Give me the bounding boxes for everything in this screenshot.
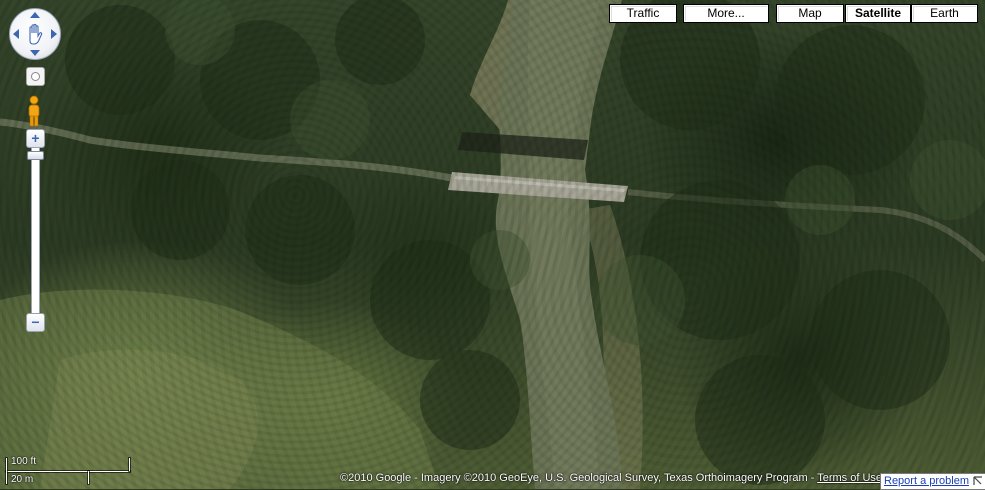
scale-tick-imperial <box>129 458 130 471</box>
map-button[interactable]: Map <box>776 4 844 23</box>
terms-of-use-link[interactable]: Terms of Use <box>817 472 882 484</box>
pegman-icon[interactable] <box>24 95 44 129</box>
pan-right-icon[interactable] <box>51 29 57 39</box>
scale-bar: 100 ft 20 m <box>6 455 132 485</box>
scale-imperial-label: 100 ft <box>11 456 37 467</box>
rotate-reset-button[interactable] <box>26 67 45 86</box>
traffic-button[interactable]: Traffic <box>609 4 677 23</box>
scale-line <box>6 471 130 472</box>
report-problem-box: Report a problem <box>880 473 985 490</box>
expand-corner-icon[interactable] <box>973 476 983 486</box>
copyright-text: ©2010 Google - Imagery ©2010 GeoEye, U.S… <box>340 472 818 484</box>
hand-icon <box>29 23 43 45</box>
pan-left-icon[interactable] <box>13 29 19 39</box>
zoom-in-button[interactable]: + <box>26 129 45 148</box>
imagery-texture <box>0 0 985 489</box>
attribution: ©2010 Google - Imagery ©2010 GeoEye, U.S… <box>340 472 882 484</box>
scale-tick-left <box>6 458 7 484</box>
pan-control[interactable] <box>9 8 61 60</box>
scale-tick-metric <box>88 471 89 484</box>
scale-metric-label: 20 m <box>11 474 34 485</box>
pan-up-icon[interactable] <box>30 12 40 18</box>
more-button[interactable]: More... <box>683 4 769 23</box>
pan-down-icon[interactable] <box>30 50 40 56</box>
satellite-button[interactable]: Satellite <box>845 4 911 23</box>
satellite-map[interactable] <box>0 0 985 489</box>
zoom-out-button[interactable]: − <box>26 313 45 332</box>
zoom-slider-thumb[interactable] <box>27 151 44 160</box>
zoom-slider-track[interactable] <box>31 147 40 314</box>
earth-button[interactable]: Earth <box>911 4 978 23</box>
report-problem-link[interactable]: Report a problem <box>884 474 969 489</box>
